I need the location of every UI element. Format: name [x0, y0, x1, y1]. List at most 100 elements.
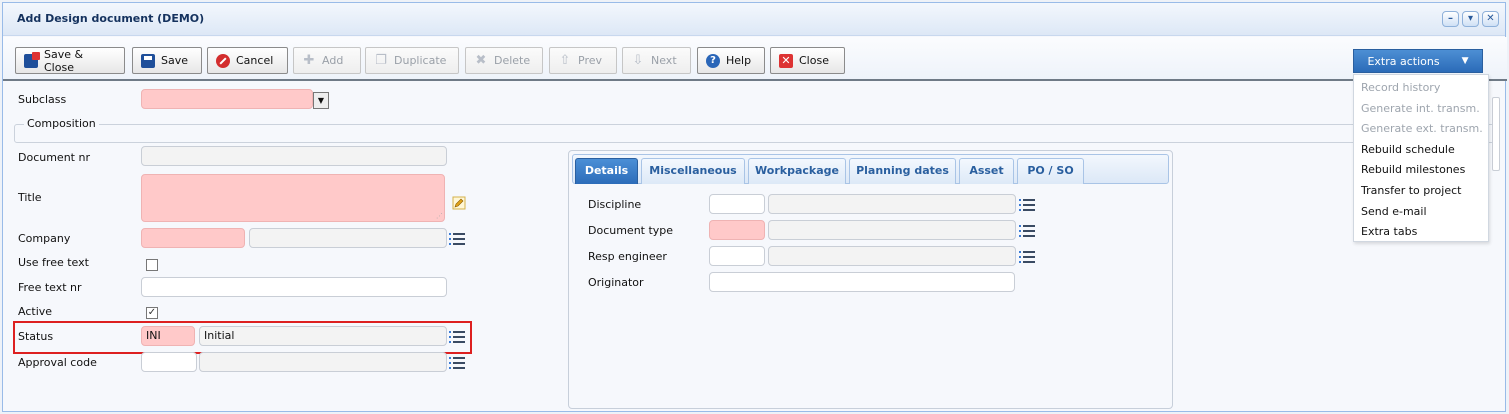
delete-button[interactable]: ✖ Delete	[465, 47, 543, 74]
status-lookup-icon[interactable]	[449, 330, 465, 344]
resp-engineer-label: Resp engineer	[588, 250, 667, 263]
title-bar: Add Design document (DEMO) – ▾ ✕	[3, 3, 1505, 36]
composition-fieldset: Composition	[14, 117, 1497, 143]
menu-item-extra-tabs[interactable]: Extra tabs	[1354, 222, 1488, 243]
approval-code-field[interactable]	[141, 352, 197, 372]
close-icon: ✕	[779, 53, 793, 68]
menu-item-generate-ext-transm[interactable]: Generate ext. transm.	[1354, 119, 1488, 140]
subclass-select[interactable]	[141, 89, 313, 109]
arrow-up-icon: ⇧	[559, 52, 571, 68]
resp-engineer-lookup-icon[interactable]	[1019, 250, 1035, 264]
extra-actions-button[interactable]: Extra actions ▼	[1353, 49, 1483, 73]
free-text-nr-field[interactable]	[141, 277, 447, 297]
menu-item-record-history[interactable]: Record history	[1354, 78, 1488, 99]
originator-field[interactable]	[709, 272, 1015, 292]
delete-icon: ✖	[475, 52, 487, 68]
discipline-code-field[interactable]	[709, 194, 765, 214]
tab-asset[interactable]: Asset	[959, 158, 1014, 184]
company-label: Company	[18, 232, 71, 245]
save-close-label: Save & Close	[44, 47, 84, 74]
details-panel: Details Miscellaneous Workpackage Planni…	[568, 150, 1173, 409]
menu-item-send-e-mail[interactable]: Send e-mail	[1354, 202, 1488, 223]
delete-label: Delete	[494, 54, 531, 67]
next-button[interactable]: ⇩ Next	[622, 47, 691, 74]
help-button[interactable]: ? Help	[697, 47, 765, 74]
document-type-lookup-icon[interactable]	[1019, 224, 1035, 238]
next-label: Next	[651, 54, 677, 67]
menu-item-rebuild-milestones[interactable]: Rebuild milestones	[1354, 160, 1488, 181]
resize-grip-icon: ⋰	[436, 212, 443, 220]
menu-item-generate-int-transm[interactable]: Generate int. transm.	[1354, 99, 1488, 120]
help-icon: ?	[706, 53, 720, 68]
caret-down-icon: ▼	[1461, 56, 1469, 66]
company-code-field[interactable]	[141, 228, 245, 248]
title-textarea[interactable]	[141, 174, 445, 222]
dialog-window: Add Design document (DEMO) – ▾ ✕ Save & …	[2, 2, 1507, 412]
active-checkbox[interactable]: ✓	[146, 307, 158, 319]
approval-code-label: Approval code	[18, 356, 97, 369]
save-icon	[141, 53, 155, 68]
document-type-code-field[interactable]	[709, 220, 765, 240]
minimize-button[interactable]: –	[1442, 11, 1459, 27]
arrow-down-icon: ⇩	[632, 52, 644, 68]
active-label: Active	[18, 305, 53, 318]
save-label: Save	[161, 54, 189, 67]
subclass-label: Subclass	[18, 93, 67, 106]
document-nr-field[interactable]	[141, 146, 447, 166]
resp-engineer-name-field	[768, 246, 1016, 266]
status-code-field[interactable]: INI	[141, 326, 195, 346]
discipline-lookup-icon[interactable]	[1019, 198, 1035, 212]
window-title: Add Design document (DEMO)	[17, 12, 205, 25]
tab-details[interactable]: Details	[575, 158, 638, 184]
use-free-text-checkbox[interactable]	[146, 259, 158, 271]
toolbar: Save & Close Save Cancel ✚ Add ❐ Duplica…	[3, 37, 1507, 81]
cancel-icon	[216, 53, 230, 68]
close-label: Close	[799, 54, 829, 67]
plus-icon: ✚	[303, 52, 315, 68]
originator-label: Originator	[588, 276, 644, 289]
resp-engineer-code-field[interactable]	[709, 246, 765, 266]
tab-workpackage[interactable]: Workpackage	[748, 158, 846, 184]
window-tools: – ▾ ✕	[1442, 11, 1499, 27]
cancel-button[interactable]: Cancel	[207, 47, 288, 74]
tab-po-so[interactable]: PO / SO	[1017, 158, 1084, 184]
edit-pencil-icon[interactable]	[452, 196, 466, 210]
save-close-icon	[24, 51, 40, 68]
discipline-label: Discipline	[588, 198, 642, 211]
save-button[interactable]: Save	[132, 47, 202, 74]
document-type-label: Document type	[588, 224, 674, 237]
discipline-name-field	[768, 194, 1016, 214]
extra-actions-menu: Record history Generate int. transm. Gener…	[1353, 74, 1489, 242]
save-close-button[interactable]: Save & Close	[15, 47, 125, 74]
use-free-text-label: Use free text	[18, 256, 89, 269]
cancel-label: Cancel	[236, 54, 274, 67]
collapse-button[interactable]: ▾	[1462, 11, 1479, 27]
status-label: Status	[18, 330, 54, 343]
prev-label: Prev	[578, 54, 602, 67]
tab-miscellaneous[interactable]: Miscellaneous	[641, 158, 745, 184]
duplicate-button[interactable]: ❐ Duplicate	[365, 47, 459, 74]
close-button[interactable]: ✕ Close	[770, 47, 845, 74]
composition-legend: Composition	[24, 117, 99, 130]
duplicate-icon: ❐	[375, 52, 387, 68]
menu-item-transfer-to-project[interactable]: Transfer to project	[1354, 181, 1488, 202]
company-name-field	[249, 228, 447, 248]
menu-item-rebuild-schedule[interactable]: Rebuild schedule	[1354, 140, 1488, 161]
add-label: Add	[322, 54, 344, 67]
tab-planning-dates[interactable]: Planning dates	[849, 158, 956, 184]
title-label: Title	[18, 191, 42, 204]
document-type-name-field	[768, 220, 1016, 240]
status-description-field: Initial	[199, 326, 447, 346]
tab-bar: Details Miscellaneous Workpackage Planni…	[572, 154, 1169, 184]
document-nr-label: Document nr	[18, 151, 90, 164]
approval-description-field	[199, 352, 447, 372]
add-button[interactable]: ✚ Add	[293, 47, 361, 74]
approval-lookup-icon[interactable]	[449, 356, 465, 370]
close-window-button[interactable]: ✕	[1482, 11, 1499, 27]
right-scrollbar[interactable]	[1492, 97, 1500, 171]
free-text-nr-label: Free text nr	[18, 281, 82, 294]
prev-button[interactable]: ⇧ Prev	[549, 47, 617, 74]
chevron-down-icon[interactable]: ▼	[313, 92, 329, 109]
company-lookup-icon[interactable]	[449, 232, 465, 246]
duplicate-label: Duplicate	[394, 54, 447, 67]
